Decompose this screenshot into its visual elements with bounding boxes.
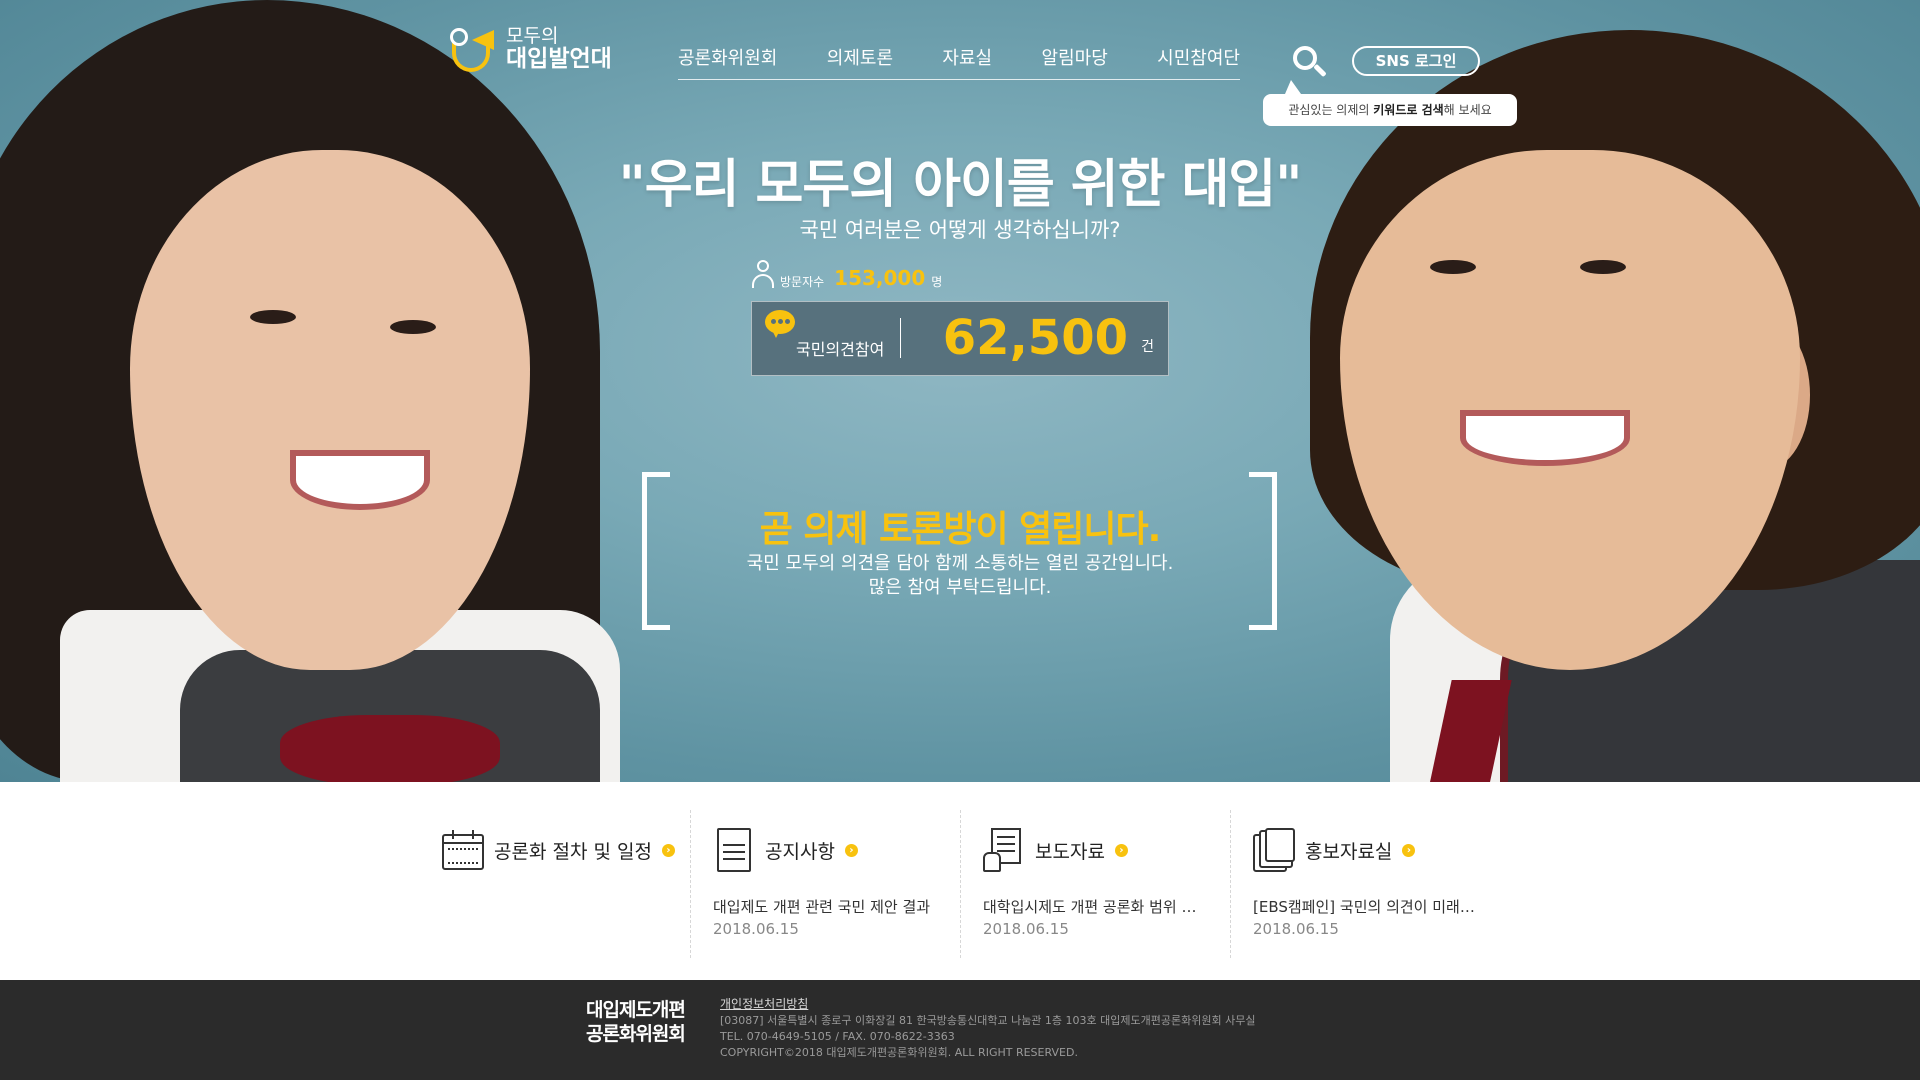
board-post-date: 2018.06.15 bbox=[983, 920, 1069, 938]
board-promo[interactable]: 홍보자료실 › [EBS캠페인] 국민의 의견이 미래… 2018.06.15 bbox=[1230, 810, 1500, 958]
folder-icon bbox=[1253, 828, 1295, 872]
opinion-number: 62,500 bbox=[942, 310, 1128, 366]
calendar-icon bbox=[442, 828, 484, 872]
board-post-title[interactable]: 대입제도 개편 관련 국민 제안 결과 bbox=[713, 896, 943, 917]
footer-info: 개인정보처리방침 [03087] 서울특별시 종로구 이화장길 81 한국방송통… bbox=[720, 996, 1255, 1061]
search-tooltip: 관심있는 의제의 키워드로 검색해 보세요 bbox=[1263, 80, 1517, 126]
privacy-policy-link[interactable]: 개인정보처리방침 bbox=[720, 997, 808, 1011]
press-icon bbox=[983, 828, 1025, 872]
chevron-right-icon[interactable]: › bbox=[844, 843, 858, 857]
visitor-label: 방문자수 bbox=[780, 275, 825, 289]
nav-item-news[interactable]: 알림마당 bbox=[1042, 44, 1108, 79]
hero-banner: 모두의 대입발언대 공론화위원회 의제토론 자료실 알림마당 시민참여단 SNS… bbox=[0, 0, 1920, 782]
board-press[interactable]: 보도자료 › 대학입시제도 개편 공론화 범위 … 2018.06.15 bbox=[960, 810, 1230, 958]
nav-item-debate[interactable]: 의제토론 bbox=[827, 44, 893, 79]
board-post-date: 2018.06.15 bbox=[713, 920, 799, 938]
board-post-date: 2018.06.15 bbox=[1253, 920, 1339, 938]
board-section: 공론화 절차 및 일정 › 공지사항 › 대입제도 개편 관련 국민 제안 결과… bbox=[0, 782, 1920, 980]
smile bbox=[290, 450, 430, 510]
notice-title: 곧 의제 토론방이 열립니다. bbox=[759, 509, 1162, 550]
speech-bubble-icon bbox=[765, 310, 795, 338]
nav-item-committee[interactable]: 공론화위원회 bbox=[678, 44, 777, 79]
document-icon bbox=[713, 828, 755, 872]
notice-line2: 많은 참여 부탁드립니다. bbox=[868, 577, 1052, 598]
board-post-title[interactable]: 대학입시제도 개편 공론화 범위 … bbox=[983, 896, 1213, 917]
eye bbox=[390, 320, 436, 334]
person-icon bbox=[752, 260, 774, 290]
board-notice[interactable]: 공지사항 › 대입제도 개편 관련 국민 제안 결과 2018.06.15 bbox=[690, 810, 960, 958]
chevron-right-icon[interactable]: › bbox=[1402, 843, 1416, 857]
eye bbox=[250, 310, 296, 324]
student-left-bow bbox=[280, 715, 500, 782]
visitor-unit: 명 bbox=[931, 275, 943, 289]
footer-logo: 대입제도개편 공론화위원회 bbox=[586, 998, 686, 1046]
footer: 대입제도개편 공론화위원회 개인정보처리방침 [03087] 서울특별시 종로구… bbox=[0, 980, 1920, 1080]
footer-copyright: COPYRIGHT©2018 대입제도개편공론화위원회. ALL RIGHT R… bbox=[720, 1046, 1078, 1059]
board-title: 공지사항 bbox=[765, 840, 835, 863]
chevron-right-icon[interactable]: › bbox=[661, 843, 675, 857]
eye bbox=[1580, 260, 1626, 274]
board-title: 공론화 절차 및 일정 bbox=[494, 840, 652, 863]
hero-subhead: 국민 여러분은 어떻게 생각하십니까? bbox=[799, 218, 1121, 242]
board-schedule[interactable]: 공론화 절차 및 일정 › bbox=[420, 810, 690, 958]
notice-line1: 국민 모두의 의견을 담아 함께 소통하는 열린 공간입니다. bbox=[746, 553, 1174, 574]
visitor-number: 153,000 bbox=[834, 266, 926, 290]
notice-description: 국민 모두의 의견을 담아 함께 소통하는 열린 공간입니다. 많은 참여 부탁… bbox=[660, 552, 1260, 600]
eye bbox=[1430, 260, 1476, 274]
footer-logo-line1: 대입제도개편 bbox=[586, 999, 686, 1021]
nav-item-archive[interactable]: 자료실 bbox=[942, 44, 992, 79]
footer-logo-line2: 공론화위원회 bbox=[586, 1023, 686, 1045]
divider bbox=[900, 318, 901, 358]
hero-headline: "우리 모두의 아이를 위한 대입" bbox=[618, 155, 1303, 215]
search-tooltip-text-end: 해 보세요 bbox=[1443, 103, 1492, 117]
opinion-unit: 건 bbox=[1141, 339, 1154, 355]
search-icon[interactable] bbox=[1291, 44, 1327, 80]
opinion-label: 국민의견참여 bbox=[796, 340, 885, 359]
footer-address: [03087] 서울특별시 종로구 이화장길 81 한국방송통신대학교 나눔관 … bbox=[720, 1014, 1256, 1027]
logo-line1: 모두의 bbox=[506, 24, 559, 47]
opinion-counter: 국민의견참여 62,500 건 bbox=[751, 301, 1169, 376]
smile bbox=[1460, 410, 1630, 466]
main-nav: 공론화위원회 의제토론 자료실 알림마당 시민참여단 bbox=[678, 44, 1240, 80]
chevron-right-icon[interactable]: › bbox=[1114, 843, 1128, 857]
board-title: 보도자료 bbox=[1035, 840, 1105, 863]
site-logo[interactable]: 모두의 대입발언대 bbox=[446, 24, 612, 74]
logo-mark-icon bbox=[446, 24, 498, 74]
sns-login-button[interactable]: SNS 로그인 bbox=[1352, 46, 1480, 76]
visitor-count: 방문자수 153,000 명 bbox=[752, 260, 942, 290]
search-tooltip-text: 관심있는 의제의 bbox=[1288, 103, 1374, 117]
logo-line2: 대입발언대 bbox=[506, 45, 612, 72]
board-post-title[interactable]: [EBS캠페인] 국민의 의견이 미래… bbox=[1253, 896, 1483, 917]
nav-item-citizen-panel[interactable]: 시민참여단 bbox=[1157, 44, 1240, 79]
board-title: 홍보자료실 bbox=[1305, 840, 1393, 863]
student-left-face bbox=[130, 150, 530, 670]
search-tooltip-keyword: 키워드로 검색 bbox=[1373, 103, 1444, 117]
footer-contact: TEL. 070-4649-5105 / FAX. 070-8622-3363 bbox=[720, 1030, 955, 1043]
